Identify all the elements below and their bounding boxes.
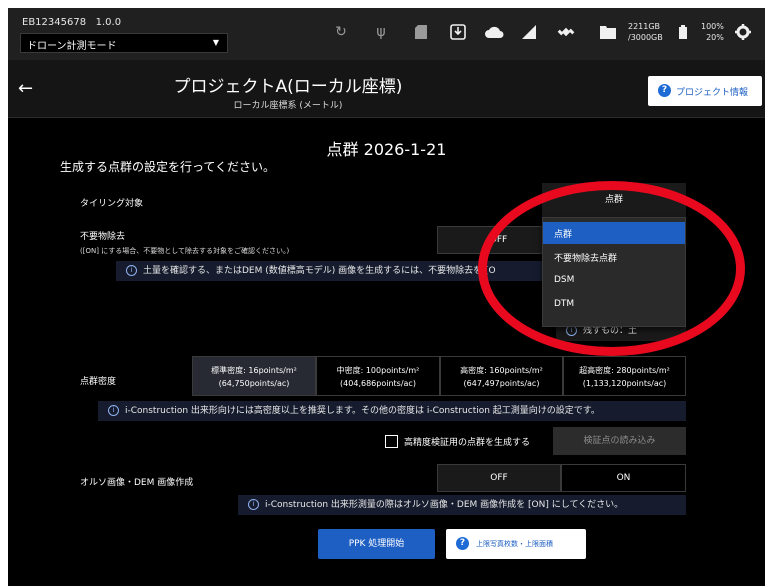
density-medium-line1: 中密度: 100points/m² xyxy=(336,366,420,375)
density-standard[interactable]: 標準密度: 16points/m² (64,750points/ac) xyxy=(192,356,316,396)
high-accuracy-checkbox[interactable] xyxy=(385,435,398,448)
density-medium[interactable]: 中密度: 100points/m² (404,686points/ac) xyxy=(316,356,440,396)
mode-select[interactable]: ドローン計測モード ▼ xyxy=(20,33,228,53)
usb-icon: ψ xyxy=(376,24,386,40)
noise-note-text: 土量を確認する、またはDEM (数値標高モデル) 画像を生成するには、不要物除去… xyxy=(143,266,496,276)
battery-icon xyxy=(673,22,693,42)
ppk-start-button[interactable]: PPK 処理開始 xyxy=(318,529,435,559)
device-info: EB12345678 1.0.0 xyxy=(22,17,122,28)
density-standard-line2: (64,750points/ac) xyxy=(218,379,290,388)
project-subtitle: ローカル座標系 (メートル) xyxy=(233,101,343,111)
cloud-icon xyxy=(484,22,504,42)
ortho-label: オルソ画像・DEM 画像作成 xyxy=(80,478,194,488)
density-medium-line2: (404,686points/ac) xyxy=(340,379,416,388)
info-icon: i xyxy=(108,405,119,416)
project-info-button[interactable]: ? プロジェクト情報 xyxy=(648,76,762,106)
help-icon: ? xyxy=(456,537,469,550)
chevron-down-icon: ▼ xyxy=(212,38,219,47)
highlight-ellipse xyxy=(478,181,745,356)
density-ultra-line1: 超高密度: 280points/m² xyxy=(579,366,670,375)
limits-button[interactable]: ? 上限写真枚数・上限面積 xyxy=(446,529,586,559)
project-title: プロジェクトA(ローカル座標) xyxy=(173,77,403,97)
app-window: EB12345678 1.0.0 ドローン計測モード ▼ ↻ ψ 2211GB … xyxy=(8,8,765,586)
noise-removal-sublabel: ([ON] にする場合、不要物として除去する対象をご確認ください。) xyxy=(80,247,290,255)
load-checkpoints-button[interactable]: 検証点の読み込み xyxy=(553,427,686,455)
density-note-text: i-Construction 出来形向けには高密度以上を推奨します。その他の密度… xyxy=(125,406,600,416)
storage-readout: 2211GB /3000GB xyxy=(628,22,663,42)
density-label: 点群密度 xyxy=(80,377,117,387)
info-icon: i xyxy=(248,499,259,510)
density-high[interactable]: 高密度: 160points/m² (647,497points/ac) xyxy=(440,356,563,396)
instruction-text: 生成する点群の設定を行ってください。 xyxy=(60,160,276,174)
ortho-note: i i-Construction 出来形測量の際はオルソ画像・DEM 画像作成を … xyxy=(238,495,686,515)
density-ultra[interactable]: 超高密度: 280points/m² (1,133,120points/ac) xyxy=(563,356,686,396)
density-ultra-line2: (1,133,120points/ac) xyxy=(582,379,667,388)
noise-removal-label: 不要物除去 xyxy=(80,232,126,242)
refresh-icon: ↻ xyxy=(335,24,347,40)
download-icon xyxy=(448,22,468,42)
help-icon: ? xyxy=(658,84,671,97)
folder-icon xyxy=(598,22,618,42)
project-info-label: プロジェクト情報 xyxy=(676,88,749,98)
tiling-label: タイリング対象 xyxy=(80,199,144,209)
mode-select-value: ドローン計測モード xyxy=(27,41,117,52)
ortho-note-text: i-Construction 出来形測量の際はオルソ画像・DEM 画像作成を [… xyxy=(265,500,624,510)
battery-readout: 100% 20% xyxy=(701,22,724,42)
info-icon: i xyxy=(126,265,137,276)
ortho-on-toggle[interactable]: ON xyxy=(561,464,686,492)
high-accuracy-label: 高精度検証用の点群を生成する xyxy=(404,438,531,448)
density-standard-line1: 標準密度: 16points/m² xyxy=(211,366,297,375)
limits-label: 上限写真枚数・上限面積 xyxy=(476,540,553,548)
density-high-line2: (647,497points/ac) xyxy=(463,379,540,388)
page-title: 点群 2026-1-21 xyxy=(326,140,447,159)
sd-card-icon xyxy=(411,22,431,42)
satellite-icon xyxy=(556,22,576,42)
density-note: i i-Construction 出来形向けには高密度以上を推奨します。その他の密… xyxy=(98,401,686,421)
density-high-line1: 高密度: 160points/m² xyxy=(460,366,543,375)
ortho-off-toggle[interactable]: OFF xyxy=(437,464,561,492)
gear-icon[interactable] xyxy=(733,22,753,42)
signal-icon xyxy=(519,22,539,42)
status-bar: EB12345678 1.0.0 ドローン計測モード ▼ ↻ ψ 2211GB … xyxy=(8,8,765,60)
